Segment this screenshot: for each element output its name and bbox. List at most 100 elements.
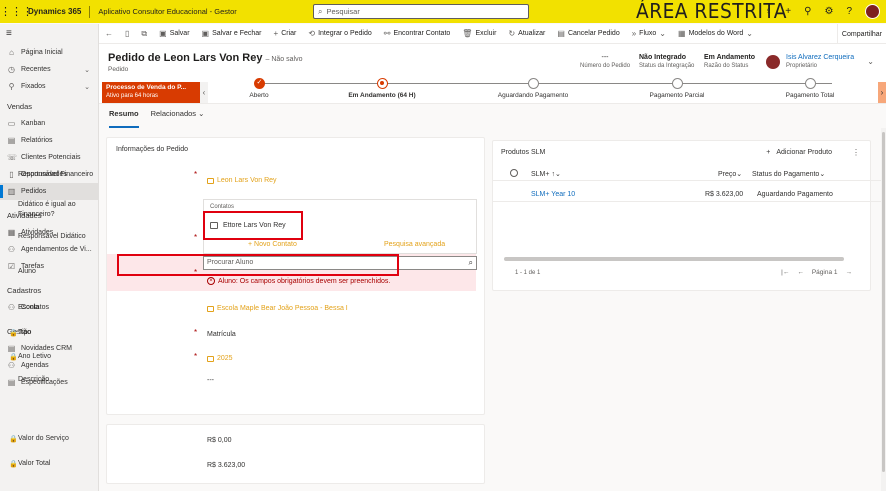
record-set-button[interactable]: ▯ [119, 24, 135, 44]
app-name[interactable]: Aplicativo Consultor Educacional - Gesto… [90, 7, 236, 16]
stage-open[interactable]: Aberto [209, 78, 309, 99]
search-icon[interactable]: ⌕ [469, 257, 473, 269]
calendar-icon [207, 355, 214, 362]
hamburger-icon[interactable]: ≡ [0, 24, 98, 44]
stage-dot [671, 78, 683, 89]
school-year-label: Ano Letivo [18, 353, 52, 360]
save-close-button[interactable]: ▣ Salvar e Fechar [196, 24, 268, 44]
share-button[interactable]: Compartilhar [836, 24, 886, 44]
app-launcher-icon[interactable]: ⋮⋮⋮ [0, 5, 33, 18]
stage-partial-payment[interactable]: Pagamento Parcial [627, 78, 727, 99]
stage-dot [804, 78, 816, 89]
sidebar-item-kanban[interactable]: ▭ Kanban [0, 115, 98, 132]
chevron-down-icon[interactable]: ⌄ [867, 57, 874, 66]
sidebar-item-home[interactable]: ⌂ Página Inicial [0, 44, 98, 61]
stage-dot [527, 78, 539, 89]
tab-summary[interactable]: Resumo [109, 109, 139, 128]
sidebar-item-contacts[interactable]: ⚇ Contatos [0, 299, 98, 316]
contact-card-icon [207, 177, 214, 184]
more-options-icon[interactable]: ⋮ [852, 148, 860, 157]
document-icon: ▯ [9, 170, 14, 179]
stage-next-button[interactable]: › [878, 82, 886, 103]
plus-icon[interactable]: + [785, 6, 791, 17]
user-avatar[interactable] [865, 4, 880, 19]
stage-total-payment[interactable]: Pagamento Total [760, 78, 860, 99]
sidebar-item-orders[interactable]: ▥ Pedidos [0, 183, 98, 200]
gear-icon[interactable]: ⚙ [824, 6, 833, 17]
stage-in-progress[interactable]: Em Andamento (64 H) [332, 78, 432, 99]
owner-link[interactable]: Isis Alvarez Cerqueira [786, 54, 854, 61]
sidebar-item-visit-schedules[interactable]: ⚇ Agendamentos de Vi... [0, 241, 98, 258]
flow-button[interactable]: » Fluxo ⌄ [626, 24, 672, 44]
product-link[interactable]: SLM+ Year 10 [531, 191, 575, 198]
previous-page-icon[interactable]: ← [797, 269, 804, 276]
stage-awaiting-payment[interactable]: Aguardando Pagamento [483, 78, 583, 99]
lightbulb-icon[interactable]: ♀ [765, 6, 773, 17]
advanced-search-link[interactable]: Pesquisa avançada [384, 241, 445, 248]
flow-label: Fluxo [639, 30, 657, 37]
new-contact-link[interactable]: + Novo Contato [248, 241, 297, 248]
stage-prev-button[interactable]: ‹ [200, 82, 208, 103]
add-product-button[interactable]: + Adicionar Produto [766, 149, 832, 156]
column-header-slm[interactable]: SLM+ ↑⌄ [531, 170, 561, 178]
table-row[interactable]: SLM+ Year 10 R$ 3.623,00 Aguardando Paga… [493, 186, 886, 202]
school-value[interactable]: Escola Maple Bear João Pessoa - Bessa I [207, 305, 348, 312]
order-number-label: Número do Pedido [580, 63, 631, 69]
sidebar-item-label: Relatórios [21, 137, 53, 144]
integrate-order-button[interactable]: ⟲ Integrar o Pedido [302, 24, 377, 44]
column-header-payment-status[interactable]: Status do Pagamento⌄ [752, 170, 825, 178]
financial-responsible-value[interactable]: Leon Lars Von Rey [207, 177, 277, 184]
filter-icon[interactable]: ⚲ [804, 6, 811, 17]
help-icon[interactable]: ? [846, 6, 852, 17]
sidebar-item-pinned[interactable]: ⚲ Fixados ⌄ [0, 78, 98, 95]
school-year-value[interactable]: 2025 [207, 355, 233, 362]
word-templates-label: Modelos do Word [688, 30, 744, 37]
total-value-label: Valor Total [18, 460, 51, 467]
global-search-input[interactable]: ⌕ Pesquisar [313, 4, 529, 19]
service-value: R$ 0,00 [207, 437, 232, 444]
first-page-icon[interactable]: |← [781, 269, 789, 276]
refresh-icon: ↻ [508, 29, 516, 38]
save-button[interactable]: ▣ Salvar [153, 24, 195, 44]
sidebar-item-leads[interactable]: ☏ Clientes Potenciais [0, 149, 98, 166]
search-placeholder: Pesquisar [326, 7, 360, 16]
save-close-label: Salvar e Fechar [212, 30, 262, 37]
word-templates-button[interactable]: ▦ Modelos do Word ⌄ [672, 24, 759, 44]
next-page-icon[interactable]: → [846, 269, 853, 276]
refresh-button[interactable]: ↻ Atualizar [502, 24, 551, 44]
service-value-field: 🔒 Valor do Serviço [9, 435, 69, 443]
page-scrollbar[interactable] [881, 128, 886, 491]
find-contact-button[interactable]: ⚯ Encontrar Contato [378, 24, 457, 44]
scrollbar-thumb[interactable] [882, 132, 885, 472]
create-button[interactable]: + Criar [268, 24, 303, 44]
products-subgrid: Produtos SLM + Adicionar Produto ⋮ SLM+ ↑… [492, 140, 886, 291]
add-product-label: Adicionar Produto [776, 149, 832, 156]
plus-icon: + [273, 29, 279, 38]
pager: |← ← Página 1 → [781, 269, 852, 276]
column-header-label: SLM+ [531, 171, 550, 178]
stage-label: Pagamento Total [785, 92, 835, 99]
cancel-order-button[interactable]: ▤ Cancelar Pedido [551, 24, 625, 44]
description-value: --- [207, 377, 214, 384]
back-button[interactable]: ← [99, 24, 119, 44]
process-flag[interactable]: Processo de Venda do P... Ativo para 64 … [102, 82, 206, 103]
highlight-lookup-result [203, 211, 303, 240]
column-header-price[interactable]: Preço⌄ [718, 170, 742, 178]
tab-related[interactable]: Relacionados ⌄ [151, 109, 205, 127]
brand-title[interactable]: Dynamics 365 [22, 5, 91, 18]
new-window-button[interactable]: ⧉ [135, 24, 153, 44]
didactic-responsible-label: Responsável Didático [18, 233, 86, 240]
sidebar-item-label: Clientes Potenciais [21, 154, 81, 161]
product-price: R$ 3.623,00 [705, 191, 744, 198]
status-reason-label: Razão do Status [704, 63, 749, 69]
record-icon: ▯ [125, 29, 130, 38]
select-all-radio[interactable] [510, 169, 518, 177]
sidebar-item-reports[interactable]: ▤ Relatórios [0, 132, 98, 149]
sidebar-item-recent[interactable]: ◷ Recentes ⌄ [0, 61, 98, 78]
horizontal-scrollbar[interactable] [504, 257, 844, 261]
lock-icon: 🔒 [9, 354, 18, 361]
header-field-order-number: --- Número do Pedido [580, 54, 630, 69]
didactic-equal-label: Didático é igual ao Financeiro? [18, 201, 76, 218]
delete-button[interactable]: 🗑 Excluir [456, 24, 502, 44]
sidebar-item-tasks[interactable]: ☑ Tarefas [0, 258, 98, 275]
